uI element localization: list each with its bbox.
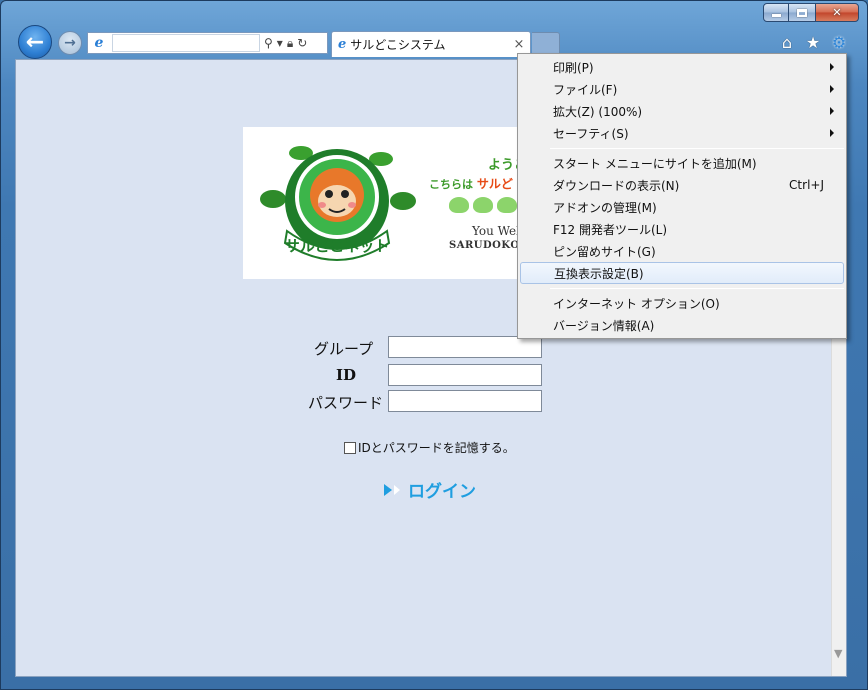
maximize-icon — [797, 8, 807, 17]
tab-title: サルどこシステム — [350, 38, 446, 52]
menu-item-pinned-sites[interactable]: ピン留めサイト(G) — [520, 240, 844, 262]
sarudoko-logo: サルどこネット ようこ こちらは サルど You Wel SARUDOKO — [243, 127, 533, 279]
login-label: ログイン — [408, 482, 476, 502]
back-arrow-icon: ← — [25, 29, 45, 55]
menu-item-label: ファイル(F) — [553, 82, 618, 97]
menu-item-f12-dev-tools[interactable]: F12 開発者ツール(L) — [520, 218, 844, 240]
monkey-icon — [473, 197, 493, 213]
submenu-arrow-icon — [830, 107, 834, 115]
menu-item-label: 拡大(Z) (100%) — [553, 104, 643, 119]
menu-item-file[interactable]: ファイル(F) — [520, 78, 844, 100]
caption-buttons: ✕ — [763, 3, 859, 22]
logo-tagline: こちらは サルど — [429, 175, 513, 192]
menu-item-label: スタート メニューにサイトを追加(M) — [553, 156, 757, 171]
search-icon[interactable]: ⚲ — [264, 36, 273, 50]
play-arrow-highlight-icon — [394, 484, 400, 495]
menu-item-label: 印刷(P) — [553, 60, 594, 75]
tools-context-menu: 印刷(P) ファイル(F) 拡大(Z) (100%) セーフティ(S) スタート… — [517, 53, 847, 339]
address-input[interactable] — [112, 34, 260, 52]
id-input[interactable] — [388, 364, 542, 386]
menu-item-label: ピン留めサイト(G) — [553, 244, 656, 259]
menu-separator — [550, 288, 844, 289]
minimize-icon — [771, 14, 781, 17]
menu-item-zoom[interactable]: 拡大(Z) (100%) — [520, 100, 844, 122]
submenu-arrow-icon — [830, 63, 834, 71]
forward-arrow-icon: → — [64, 35, 76, 51]
gear-icon[interactable]: ⚙ — [831, 33, 847, 52]
menu-item-compatibility-view[interactable]: 互換表示設定(B) — [520, 262, 844, 284]
remember-checkbox-row[interactable]: IDとパスワードを記憶する。 — [344, 439, 515, 456]
menu-item-label: ダウンロードの表示(N) — [553, 178, 680, 193]
menu-item-label: F12 開発者ツール(L) — [553, 222, 668, 237]
play-arrow-icon — [384, 483, 392, 496]
logo-english-brand: SARUDOKO — [449, 240, 520, 251]
menu-item-shortcut: Ctrl+J — [789, 178, 824, 192]
lock-icon[interactable]: 🔒︎ — [287, 36, 293, 51]
menu-item-label: セーフティ(S) — [553, 126, 629, 141]
remember-checkbox[interactable] — [344, 441, 356, 454]
menu-item-safety[interactable]: セーフティ(S) — [520, 122, 844, 144]
submenu-arrow-icon — [830, 129, 834, 137]
menu-item-label: バージョン情報(A) — [553, 318, 655, 333]
password-input[interactable] — [388, 390, 542, 412]
menu-item-label: 互換表示設定(B) — [554, 266, 644, 281]
home-icon[interactable]: ⌂ — [779, 33, 795, 52]
logo-monkey-row — [449, 197, 517, 213]
tab-close-icon[interactable]: × — [512, 37, 526, 52]
ie-page-icon: e — [94, 35, 104, 51]
maximize-button[interactable] — [789, 3, 815, 22]
scroll-down-icon[interactable]: ▼ — [834, 647, 842, 660]
menu-item-print[interactable]: 印刷(P) — [520, 56, 844, 78]
logo-brand: サルど — [476, 177, 513, 191]
ie-tab-icon: e — [338, 37, 347, 52]
menu-separator — [550, 148, 844, 149]
monkey-badge-icon: サルどこネット — [260, 146, 416, 261]
monkey-icon — [497, 197, 517, 213]
dropdown-icon[interactable]: ▾ — [277, 36, 283, 50]
id-label: ID — [336, 366, 357, 384]
close-button[interactable]: ✕ — [815, 3, 859, 22]
refresh-icon[interactable]: ↻ — [297, 36, 307, 50]
login-button[interactable]: ログイン — [384, 477, 476, 502]
logo-english-welcome: You Wel — [472, 224, 520, 238]
remember-label: IDとパスワードを記憶する。 — [358, 441, 515, 455]
address-bar-icons: ⚲ ▾ 🔒︎ ↻ — [264, 36, 307, 51]
menu-item-about[interactable]: バージョン情報(A) — [520, 314, 844, 336]
menu-item-internet-options[interactable]: インターネット オプション(O) — [520, 292, 844, 314]
favorites-icon[interactable]: ★ — [805, 33, 821, 52]
tab-sarudoko[interactable]: e サルどこシステム × — [331, 31, 531, 57]
menu-item-manage-addons[interactable]: アドオンの管理(M) — [520, 196, 844, 218]
address-bar: e ⚲ ▾ 🔒︎ ↻ — [87, 32, 328, 54]
monkey-icon — [449, 197, 469, 213]
back-button[interactable]: ← — [18, 25, 52, 59]
menu-item-label: アドオンの管理(M) — [553, 200, 657, 215]
toolbar-right: ⌂ ★ ⚙ — [779, 33, 847, 52]
group-input[interactable] — [388, 336, 542, 358]
submenu-arrow-icon — [830, 85, 834, 93]
minimize-button[interactable] — [763, 3, 789, 22]
menu-item-add-site-to-start[interactable]: スタート メニューにサイトを追加(M) — [520, 152, 844, 174]
logo-badge-text: サルどこネット — [285, 237, 390, 255]
forward-button[interactable]: → — [58, 31, 82, 55]
close-icon: ✕ — [832, 6, 842, 19]
menu-item-view-downloads[interactable]: ダウンロードの表示(N) Ctrl+J — [520, 174, 844, 196]
password-label: パスワード — [308, 394, 384, 412]
logo-tagline-prefix: こちらは — [429, 178, 473, 191]
group-label: グループ — [314, 340, 374, 358]
menu-item-label: インターネット オプション(O) — [553, 296, 720, 311]
